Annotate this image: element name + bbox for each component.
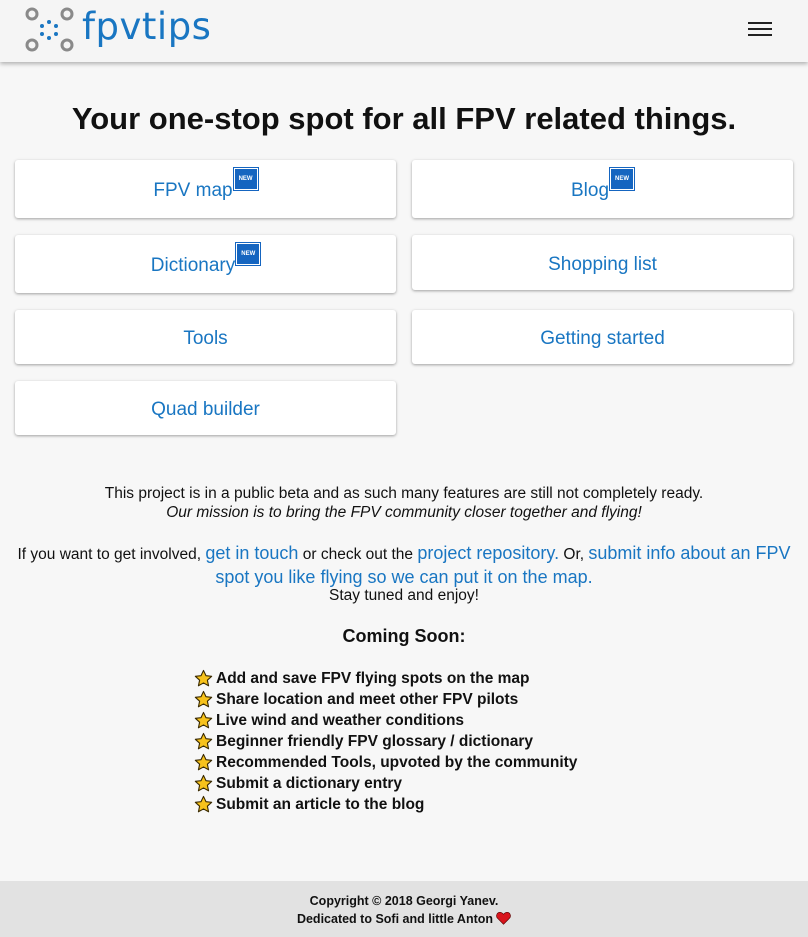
page-headline: Your one-stop spot for all FPV related t… (71, 101, 737, 136)
feature-text: Share location and meet other FPV pilots (216, 691, 519, 708)
nav-card-label: FPV map (153, 180, 233, 201)
nav-card-quad-builder[interactable]: Quad builder (15, 381, 396, 435)
copyright-text: Copyright © 2018 Georgi Yanev. (309, 894, 499, 908)
star-icon (194, 753, 213, 771)
get-involved-text: If you want to get involved, get in touc… (10, 542, 798, 590)
mission-statement: Our mission is to bring the FPV communit… (166, 504, 642, 521)
list-item: Recommended Tools, upvoted by the commun… (194, 752, 577, 773)
project-repository-link[interactable]: project repository. (417, 543, 559, 563)
star-icon (194, 690, 213, 708)
new-badge: NEW (609, 167, 636, 191)
nav-card-label: Dictionary (150, 255, 236, 276)
heart-icon (496, 911, 511, 925)
nav-card-shopping-list[interactable]: Shopping list (412, 235, 793, 290)
involve-prefix: If you want to get involved, (17, 546, 202, 563)
beta-notice: This project is in a public beta and as … (104, 485, 704, 502)
page-footer: Copyright © 2018 Georgi Yanev. Dedicated… (0, 881, 808, 937)
nav-card-label: Getting started (540, 328, 665, 349)
star-icon (194, 774, 213, 792)
feature-text: Submit a dictionary entry (216, 775, 403, 792)
list-item: Add and save FPV flying spots on the map (194, 668, 577, 689)
feature-text: Submit an article to the blog (216, 796, 425, 813)
brand-name[interactable]: fpvtips (82, 6, 211, 48)
stay-tuned-text: Stay tuned and enjoy! (329, 587, 479, 604)
list-item: Live wind and weather conditions (194, 710, 577, 731)
nav-card-label: Shopping list (548, 253, 657, 275)
nav-card-fpv-map[interactable]: FPV map NEW (15, 160, 396, 218)
feature-text: Add and save FPV flying spots on the map (216, 670, 530, 687)
nav-card-blog[interactable]: Blog NEW (412, 160, 793, 218)
dedication-text: Dedicated to Sofi and little Anton (296, 912, 494, 926)
involve-or: Or, (563, 546, 585, 563)
new-badge: NEW (232, 167, 259, 191)
feature-text: Beginner friendly FPV glossary / diction… (216, 733, 533, 750)
nav-card-label: Tools (183, 328, 228, 349)
list-item: Beginner friendly FPV glossary / diction… (194, 731, 577, 752)
app-bar: fpvtips (0, 0, 808, 62)
star-icon (194, 669, 213, 687)
get-in-touch-link[interactable]: get in touch (205, 543, 298, 563)
feature-text: Recommended Tools, upvoted by the commun… (216, 754, 578, 771)
star-icon (194, 732, 213, 750)
list-item: Submit an article to the blog (194, 794, 577, 815)
nav-card-tools[interactable]: Tools (15, 310, 396, 364)
feature-text: Live wind and weather conditions (216, 712, 465, 729)
coming-soon-title: Coming Soon: (342, 626, 466, 646)
nav-card-getting-started[interactable]: Getting started (412, 310, 793, 364)
nav-card-label: Quad builder (151, 399, 260, 420)
nav-card-dictionary[interactable]: Dictionary NEW (15, 235, 396, 293)
nav-card-label: Blog (570, 180, 610, 201)
intro-section: This project is in a public beta and as … (0, 484, 808, 522)
involve-middle: or check out the (302, 546, 414, 563)
fpvtips-logo-icon[interactable] (22, 5, 76, 55)
coming-soon-list: Add and save FPV flying spots on the map… (194, 668, 577, 815)
dedication-line: Dedicated to Sofi and little Anton (0, 911, 808, 926)
star-icon (194, 711, 213, 729)
star-icon (194, 795, 213, 813)
list-item: Submit a dictionary entry (194, 773, 577, 794)
hamburger-menu-icon[interactable] (748, 22, 772, 40)
new-badge: NEW (235, 242, 262, 266)
list-item: Share location and meet other FPV pilots (194, 689, 577, 710)
